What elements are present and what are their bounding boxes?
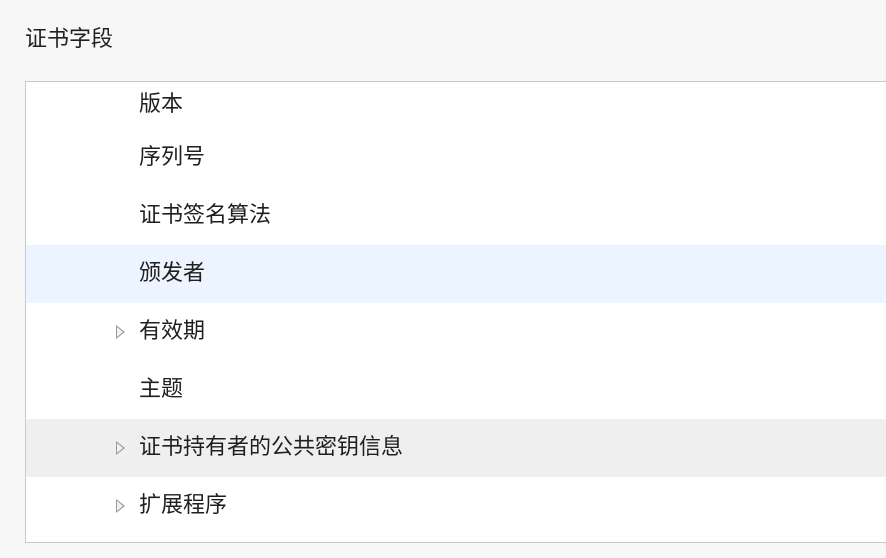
tree-item-label: 版本 [139,92,184,117]
tree-item-issuer[interactable]: 颁发者 [26,245,886,303]
tree-item-label: 证书持有者的公共密钥信息 [139,435,404,460]
tree-item-label: 扩展程序 [139,493,228,518]
tree-item-label: 证书签名算法 [139,203,272,228]
tree-item-subject[interactable]: 主题 [26,361,886,419]
tree-item-label: 颁发者 [139,261,206,286]
tree-item-label: 主题 [139,377,184,402]
disclosure-triangle-right-icon[interactable] [116,499,125,513]
tree-item-label: 序列号 [139,145,206,170]
disclosure-triangle-right-icon[interactable] [116,325,125,339]
tree-item-serial-number[interactable]: 序列号 [26,129,886,187]
tree-item-validity[interactable]: 有效期 [26,303,886,361]
tree-item-signature-algorithm[interactable]: 证书签名算法 [26,187,886,245]
certificate-fields-tree[interactable]: 版本 序列号 证书签名算法 颁发者 有效期 主题 证书持有者的公共密钥信息 扩展… [25,81,886,543]
disclosure-triangle-right-icon[interactable] [116,441,125,455]
section-title: 证书字段 [25,27,114,52]
tree-item-label: 有效期 [139,319,206,344]
tree-item-version[interactable]: 版本 [26,82,886,129]
tree-item-public-key-info[interactable]: 证书持有者的公共密钥信息 [26,419,886,477]
tree-item-extensions[interactable]: 扩展程序 [26,477,886,535]
certificate-fields-panel: 证书字段 版本 序列号 证书签名算法 颁发者 有效期 主题 证书持有者的公共密钥… [0,0,886,558]
